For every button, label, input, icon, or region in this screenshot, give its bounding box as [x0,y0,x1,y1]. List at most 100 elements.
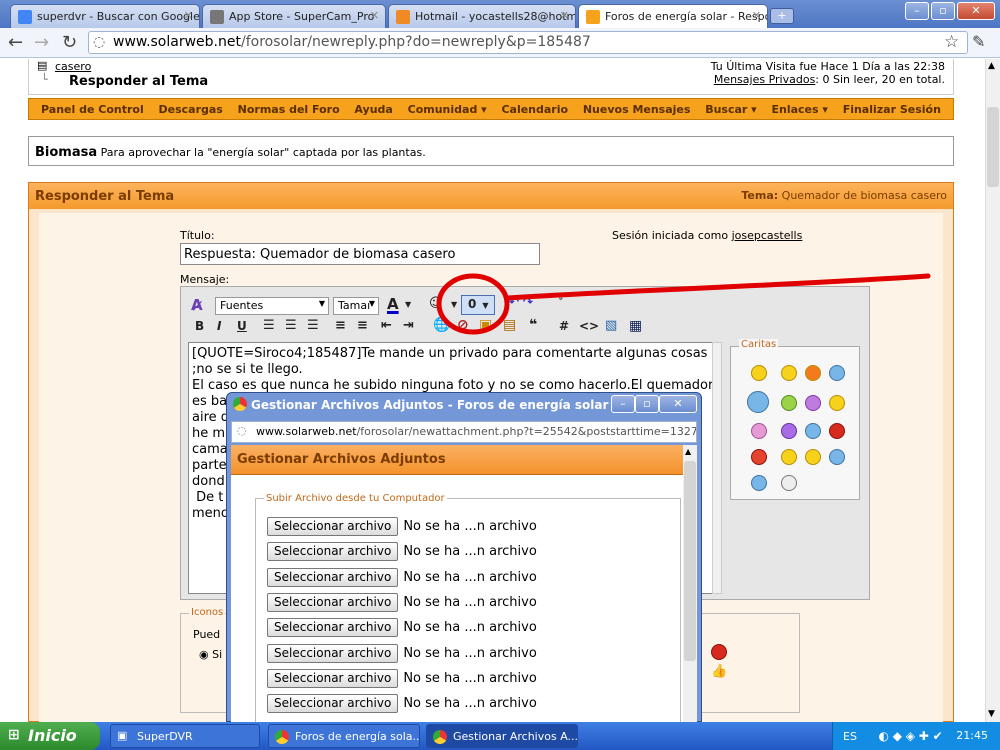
smiley-book-icon[interactable] [747,391,769,413]
start-button[interactable]: ⊞ Inicio [0,722,100,750]
icon-radio-none[interactable]: ◉ Si [199,648,222,661]
file-status-text: No se ha ...n archivo [403,519,537,534]
maximize-button[interactable]: ▫ [931,2,955,20]
smiley-teeth-icon[interactable] [781,395,797,411]
tab-app-store[interactable]: App Store - SuperCam_Pro ✕ [202,4,386,28]
icons-label: Iconos [189,607,226,618]
popup-minimize-button[interactable]: – [611,395,635,413]
breadcrumb-link[interactable]: casero [55,60,91,73]
address-bar[interactable]: ◌ www.solarweb.net/forosolar/newreply.ph… [88,31,968,54]
select-file-button[interactable]: Seleccionar archivo [267,567,399,587]
tab-google[interactable]: superdvr - Buscar con Google ✕ [10,4,200,28]
google-favicon-icon [18,10,32,24]
font-select[interactable]: Fuentes ▼ [215,297,329,315]
smiley-confused-icon[interactable] [805,423,821,439]
private-messages-link[interactable]: Mensajes Privados [714,73,815,86]
tray-icons[interactable]: ◐ ◆ ◈ ✚ ✔ [878,729,942,743]
popup-scroll-thumb[interactable] [684,461,696,661]
underline-icon[interactable]: U [237,319,247,333]
align-right-icon[interactable]: ☰ [307,318,319,333]
nav-finalizar-sesion[interactable]: Finalizar Sesión [843,103,941,119]
close-tab-icon[interactable]: ✕ [560,9,569,22]
username-link[interactable]: josepcastells [732,229,803,242]
smiley-wink-icon[interactable] [829,365,845,381]
close-window-button[interactable]: ✕ [957,2,995,20]
align-center-icon[interactable]: ☰ [285,318,297,333]
popup-scroll-up-icon[interactable]: ▲ [685,447,691,456]
nav-comunidad[interactable]: Comunidad ▾ [408,103,487,119]
select-file-button[interactable]: Seleccionar archivo [267,542,399,562]
select-file-button[interactable]: Seleccionar archivo [267,517,399,536]
select-file-button[interactable]: Seleccionar archivo [267,618,399,638]
popup-close-button[interactable]: ✕ [659,395,697,413]
bold-icon[interactable]: B [195,319,204,333]
message-scrollbar[interactable] [712,342,722,594]
smiley-eek-icon[interactable] [805,449,821,465]
reload-icon[interactable]: ↻ [62,32,77,53]
wrench-icon[interactable]: ✎ [972,32,985,51]
unordered-list-icon[interactable]: ≡ [357,318,368,333]
taskbar-foros[interactable]: Foros de energía sola... [268,724,420,748]
smiley-fire-icon[interactable] [805,365,821,381]
close-tab-icon[interactable]: ✕ [370,9,379,22]
smiley-shocked-icon[interactable] [781,475,797,491]
minimize-button[interactable]: – [905,2,929,20]
icons-instructions: Pued [193,628,221,641]
title-input[interactable] [180,243,540,265]
close-tab-icon[interactable]: ✕ [184,9,193,22]
bookmark-star-icon[interactable]: ☆ [944,32,959,52]
nav-ayuda[interactable]: Ayuda [354,103,392,119]
smiley-roll-icon[interactable] [829,449,845,465]
nav-calendario[interactable]: Calendario [501,103,568,119]
forward-icon[interactable]: → [34,32,49,53]
scroll-thumb[interactable] [987,107,999,187]
color-dropdown-icon[interactable]: ▼ [405,300,411,309]
smiley-angry-icon[interactable] [829,423,845,439]
nav-buscar[interactable]: Buscar ▾ [705,103,756,119]
nav-panel-control[interactable]: Panel de Control [41,103,144,119]
smiley-tongue-icon[interactable] [781,449,797,465]
align-left-icon[interactable]: ☰ [263,318,275,333]
taskbar-gestionar[interactable]: Gestionar Archivos A... [426,724,578,748]
forum-desc-text: Para aprovechar la "energía solar" capta… [100,146,426,159]
smiley-pink-icon[interactable] [751,423,767,439]
smiley-purple-icon[interactable] [805,395,821,411]
back-icon[interactable]: ← [8,32,23,53]
tree-branch-icon: └ [41,73,48,86]
smiley-smile-icon[interactable] [829,395,845,411]
smiley-cool-icon[interactable] [751,475,767,491]
nav-descargas[interactable]: Descargas [159,103,223,119]
remove-format-icon[interactable]: A̷ [191,296,203,314]
new-tab-button[interactable]: + [770,8,794,24]
smiley-sad-icon[interactable] [781,423,797,439]
scroll-up-icon[interactable]: ▲ [988,61,995,71]
select-file-button[interactable]: Seleccionar archivo [267,592,399,612]
size-select[interactable]: Tamaı ▼ [333,297,379,315]
smiley-grin-icon[interactable] [781,365,797,381]
select-file-button[interactable]: Seleccionar archivo [267,668,399,688]
page-scrollbar[interactable]: ▲ ▼ [985,59,1000,722]
icon-thumbs-up-icon[interactable]: 👍 [711,664,727,679]
nav-normas[interactable]: Normas del Foro [238,103,340,119]
select-file-button[interactable]: Seleccionar archivo [267,694,399,714]
tab-hotmail[interactable]: Hotmail - yocastells28@hotmai ✕ [388,4,576,28]
smiley-mad-icon[interactable] [751,449,767,465]
taskbar-superdvr[interactable]: ▣ SuperDVR [110,724,260,748]
chrome-icon [433,730,447,744]
smiley-happy-icon[interactable] [751,365,767,381]
italic-icon[interactable]: I [217,319,221,333]
ordered-list-icon[interactable]: ≡ [335,318,346,333]
select-file-button[interactable]: Seleccionar archivo [267,643,399,663]
font-color-icon[interactable]: A [387,295,399,313]
nav-enlaces[interactable]: Enlaces ▾ [771,103,827,119]
close-tab-icon[interactable]: ✕ [752,9,761,22]
icon-angry-icon[interactable] [711,644,727,660]
indent-icon[interactable]: ⇥ [403,318,414,333]
tab-foros[interactable]: Foros de energía solar - Respo ✕ [578,4,768,28]
language-indicator[interactable]: ES [843,730,857,743]
popup-scrollbar[interactable]: ▲ [683,445,697,723]
nav-nuevos-mensajes[interactable]: Nuevos Mensajes [583,103,691,119]
scroll-down-icon[interactable]: ▼ [988,709,995,719]
outdent-icon[interactable]: ⇤ [381,318,392,333]
popup-maximize-button[interactable]: ▫ [635,395,659,413]
